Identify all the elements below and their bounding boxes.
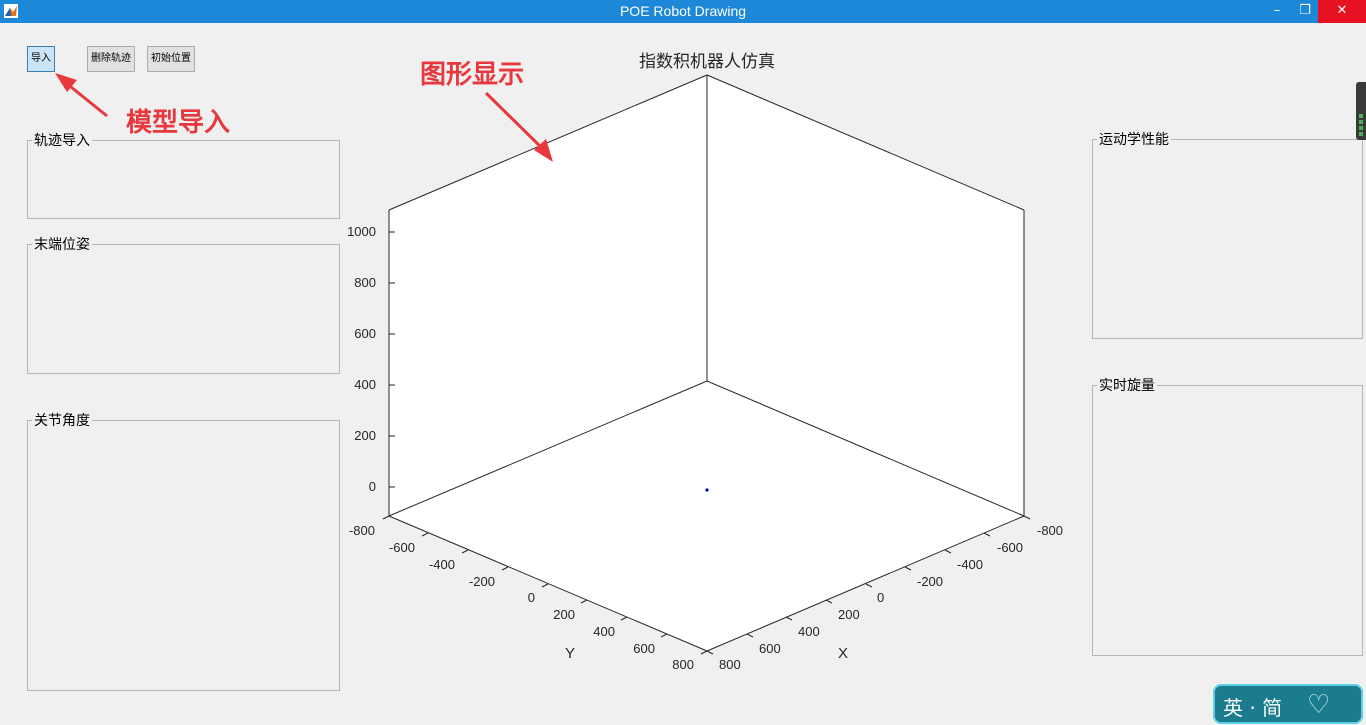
y-tick-label: -600	[389, 540, 415, 555]
z-tick-label: 1000	[347, 224, 376, 239]
trajectory-import-title: 轨迹导入	[34, 133, 90, 149]
y-tick-label: 0	[528, 590, 535, 605]
z-tick-label: 800	[354, 275, 376, 290]
close-button[interactable]: ✕	[1318, 0, 1366, 23]
x-tick-label: 200	[838, 607, 860, 622]
x-axis-label: X	[838, 645, 848, 662]
trajectory-import-panel: 轨迹导入	[27, 130, 340, 219]
x-tick-label: 600	[759, 641, 781, 656]
end-pose-panel: 末端位姿	[27, 234, 340, 374]
minimize-button[interactable]: –	[1264, 0, 1290, 23]
delete-trajectory-button[interactable]: 删除轨迹	[87, 46, 135, 72]
realtime-rotation-panel: 实时旋量	[1092, 375, 1363, 656]
ime-language-text: 英 · 简	[1223, 696, 1283, 720]
initial-position-button[interactable]: 初始位置	[147, 46, 195, 72]
window-title: POE Robot Drawing	[619, 3, 747, 19]
z-tick-label: 200	[354, 428, 376, 443]
plot-3d-axes[interactable]: 1000 800 600 400 200 0 -800 -600 -400 -2…	[340, 40, 1080, 680]
realtime-rotation-title: 实时旋量	[1099, 378, 1155, 394]
robot-base-point	[705, 488, 709, 492]
heart-icon: ♡	[1307, 690, 1331, 720]
z-tick-label: 0	[369, 479, 376, 494]
x-tick-label: 0	[877, 590, 884, 605]
z-tick-label: 400	[354, 377, 376, 392]
side-meter-widget[interactable]	[1356, 82, 1366, 140]
y-tick-label: -200	[469, 574, 495, 589]
x-tick-label: 400	[798, 624, 820, 639]
ime-indicator[interactable]: 英 · 简 ♡	[1213, 684, 1363, 724]
joint-angles-title: 关节角度	[34, 413, 90, 429]
joint-angles-panel: 关节角度	[27, 410, 340, 691]
graphics-display-annotation: 图形显示	[420, 60, 525, 90]
y-tick-label: 400	[593, 624, 615, 639]
maximize-button[interactable]: ❐	[1292, 0, 1318, 23]
model-import-annotation: 模型导入	[126, 108, 231, 138]
import-button[interactable]: 导入	[27, 46, 55, 72]
window-titlebar: POE Robot Drawing – ❐ ✕	[0, 0, 1366, 23]
kinematic-performance-panel: 运动学性能	[1092, 129, 1363, 339]
z-tick-label: 600	[354, 326, 376, 341]
x-tick-label: -200	[917, 574, 943, 589]
y-tick-label: -400	[429, 557, 455, 572]
x-tick-label: -800	[1037, 523, 1063, 538]
y-tick-label: 800	[672, 657, 694, 672]
y-tick-label: 600	[633, 641, 655, 656]
x-tick-label: 800	[719, 657, 741, 672]
kinematic-performance-title: 运动学性能	[1099, 132, 1169, 148]
plot-title: 指数积机器人仿真	[639, 52, 775, 72]
x-tick-label: -400	[957, 557, 983, 572]
model-import-arrow	[65, 81, 108, 118]
y-tick-label: 200	[553, 607, 575, 622]
y-axis-label: Y	[565, 645, 575, 662]
model-import-arrowhead	[55, 73, 77, 92]
x-tick-label: -600	[997, 540, 1023, 555]
y-tick-label: -800	[349, 523, 375, 538]
end-pose-title: 末端位姿	[34, 237, 90, 253]
